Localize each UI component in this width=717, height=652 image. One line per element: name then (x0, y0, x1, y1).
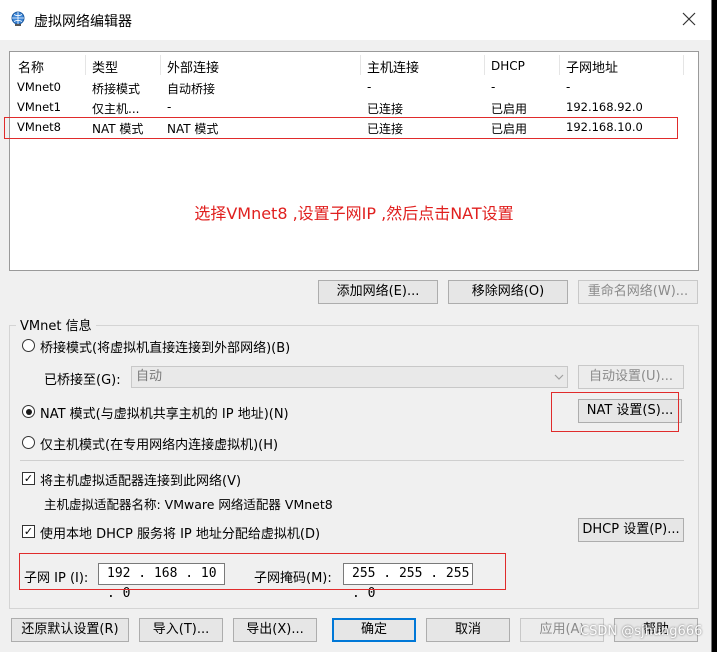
column-header-dhcp[interactable]: DHCP (491, 59, 525, 73)
connect-adapter-label[interactable]: 将主机虚拟适配器连接到此网络(V) (40, 470, 241, 489)
row-external: 自动桥接 (167, 82, 216, 96)
row-dhcp: - (491, 80, 496, 94)
group-label: VMnet 信息 (16, 315, 96, 334)
bridged-to-value: 自动 (136, 369, 163, 384)
column-header-external[interactable]: 外部连接 (167, 57, 219, 76)
column-divider (484, 55, 485, 75)
row-subnet: - (566, 80, 571, 94)
row-host: 已连接 (367, 102, 404, 116)
highlight-box (4, 117, 678, 139)
row-dhcp: 已启用 (491, 102, 528, 116)
nat-radio[interactable] (22, 405, 35, 418)
watermark: CSDN @sjhung666 (580, 624, 703, 639)
remove-network-button[interactable]: 移除网络(O) (448, 280, 568, 304)
cancel-button[interactable]: 取消 (426, 618, 510, 642)
row-external: - (167, 100, 172, 114)
divider (20, 460, 684, 461)
bridged-to-select[interactable]: 自动 (131, 366, 568, 388)
export-button[interactable]: 导出(X)... (233, 618, 317, 642)
network-globe-icon (11, 11, 25, 26)
highlight-box (19, 553, 506, 590)
column-header-host[interactable]: 主机连接 (367, 57, 419, 76)
auto-settings-button[interactable]: 自动设置(U)... (578, 365, 684, 389)
dhcp-checkbox[interactable]: ✓ (22, 525, 35, 538)
dhcp-settings-button[interactable]: DHCP 设置(P)... (578, 518, 684, 542)
ok-button[interactable]: 确定 (332, 618, 416, 642)
bridged-label[interactable]: 桥接模式(将虚拟机直接连接到外部网络)(B) (40, 337, 290, 356)
network-list[interactable]: 名称 类型 外部连接 主机连接 DHCP 子网地址 VMnet0 桥接模式 自动… (9, 51, 699, 271)
bridged-to-label: 已桥接至(G): (44, 373, 121, 388)
row-type: 仅主机... (92, 102, 140, 116)
row-name: VMnet0 (17, 80, 61, 94)
column-divider (559, 55, 560, 75)
annotation-text: 选择VMnet8 ,设置子网IP ,然后点击NAT设置 (194, 204, 514, 223)
window-title: 虚拟网络编辑器 (34, 14, 132, 30)
rename-network-button[interactable]: 重命名网络(W)... (578, 280, 698, 304)
virtual-network-editor-window: 虚拟网络编辑器 名称 类型 外部连接 主机连接 DHCP 子网地址 VMnet0… (0, 0, 712, 652)
import-button[interactable]: 导入(T)... (139, 618, 223, 642)
bridged-radio[interactable] (22, 339, 35, 352)
column-header-name[interactable]: 名称 (18, 57, 44, 76)
table-row[interactable]: VMnet1 仅主机... - 已连接 已启用 192.168.92.0 (10, 98, 696, 118)
row-type: 桥接模式 (92, 82, 141, 96)
row-host: - (367, 80, 372, 94)
column-header-subnet[interactable]: 子网地址 (566, 57, 618, 76)
nat-label[interactable]: NAT 模式(与虚拟机共享主机的 IP 地址)(N) (40, 403, 289, 422)
column-header-type[interactable]: 类型 (92, 57, 118, 76)
column-divider (85, 55, 86, 75)
host-only-label[interactable]: 仅主机模式(在专用网络内连接虚拟机)(H) (40, 434, 278, 453)
column-divider (160, 55, 161, 75)
column-divider (360, 55, 361, 75)
chevron-down-icon (554, 374, 564, 380)
adapter-name-text: 主机虚拟适配器名称: VMware 网络适配器 VMnet8 (44, 497, 333, 512)
title-bar: 虚拟网络编辑器 (0, 0, 711, 40)
row-subnet: 192.168.92.0 (566, 100, 643, 114)
close-icon[interactable] (680, 10, 698, 28)
row-name: VMnet1 (17, 100, 61, 114)
highlight-box (551, 392, 679, 432)
column-divider (683, 55, 684, 75)
restore-defaults-button[interactable]: 还原默认设置(R) (11, 618, 129, 642)
table-row[interactable]: VMnet0 桥接模式 自动桥接 - - - (10, 78, 696, 98)
connect-adapter-checkbox[interactable]: ✓ (22, 472, 35, 485)
dhcp-label[interactable]: 使用本地 DHCP 服务将 IP 地址分配给虚拟机(D) (40, 523, 320, 542)
host-only-radio[interactable] (22, 436, 35, 449)
add-network-button[interactable]: 添加网络(E)... (318, 280, 438, 304)
